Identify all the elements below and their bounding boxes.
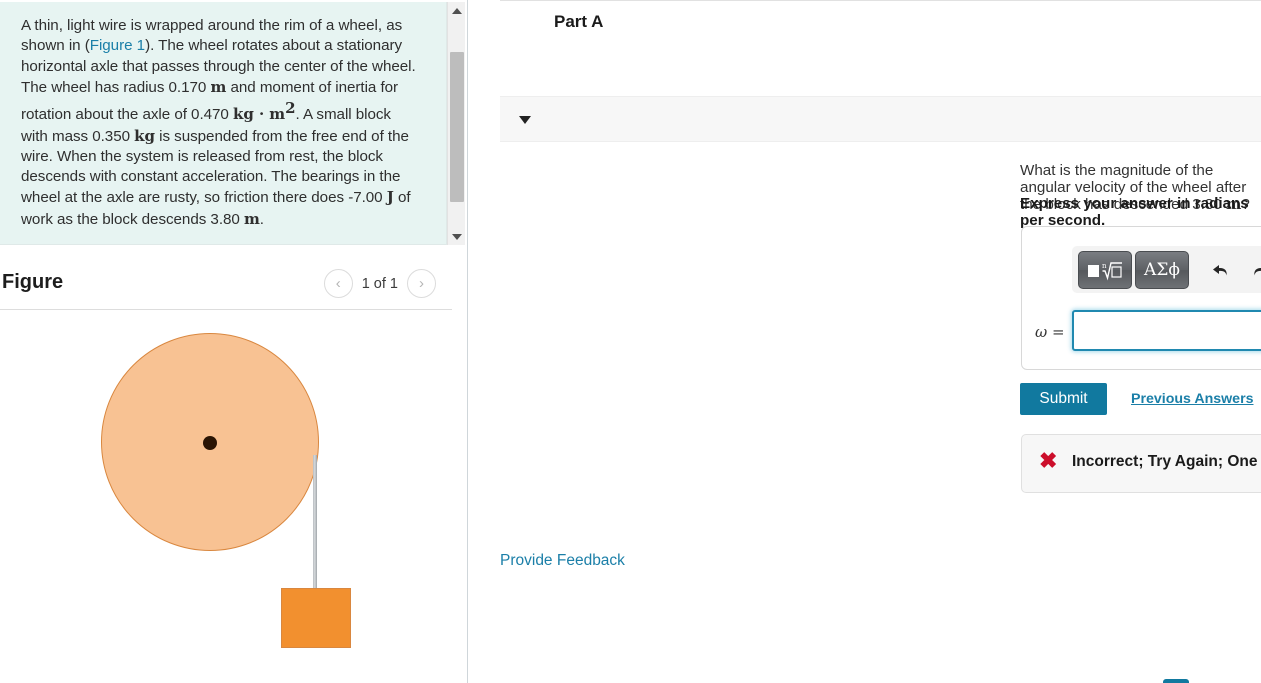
problem-scrollbar[interactable]: [447, 2, 465, 245]
math-exponent: 2: [285, 99, 296, 118]
math-template-button[interactable]: n: [1078, 250, 1132, 289]
answer-input[interactable]: [1072, 310, 1261, 351]
answer-instruction: Express your answer in radians per secon…: [1020, 195, 1249, 229]
nth-root-icon: n: [1088, 262, 1122, 280]
feedback-banner: ✖ Incorrect; Try Again; One attempt rema…: [1021, 434, 1261, 493]
figure-prev-button[interactable]: ‹: [323, 269, 353, 298]
scrollbar-thumb[interactable]: [450, 52, 464, 202]
math-unit: m: [210, 77, 227, 96]
math-unit: kg · m: [232, 105, 286, 124]
scroll-up-icon[interactable]: [448, 2, 466, 19]
math-unit: kg: [134, 126, 155, 145]
part-a-title: Part A: [554, 12, 604, 31]
math-unit: J: [386, 188, 394, 207]
math-unit: m: [243, 209, 260, 228]
scroll-down-icon[interactable]: [448, 228, 466, 245]
undo-icon[interactable]: [1201, 251, 1239, 289]
figure-title: Figure: [2, 271, 64, 293]
math-toolbar: n ΑΣϕ: [1072, 246, 1261, 293]
submit-button[interactable]: Submit: [1020, 383, 1107, 415]
answer-variable-label: ω =: [1035, 323, 1065, 341]
problem-statement-text: A thin, light wire is wrapped around the…: [21, 16, 419, 230]
part-a-header[interactable]: [500, 96, 1261, 142]
top-divider: [500, 0, 1261, 1]
svg-text:n: n: [1102, 262, 1107, 270]
problem-statement-panel: A thin, light wire is wrapped around the…: [0, 2, 447, 245]
right-panel: Part A What is the magnitude of the angu…: [469, 0, 1261, 683]
answer-entry-box: n ΑΣϕ ω =: [1021, 226, 1261, 370]
chevron-down-icon[interactable]: [519, 116, 531, 124]
wire-shape: [313, 455, 317, 601]
bottom-button-peek[interactable]: [1163, 679, 1189, 683]
figure-diagram: [0, 312, 452, 683]
block-shape: [281, 588, 351, 648]
previous-answers-link[interactable]: Previous Answers: [1131, 391, 1254, 407]
figure-next-button[interactable]: ›: [407, 269, 436, 298]
greek-symbols-label: ΑΣϕ: [1144, 259, 1180, 280]
feedback-message: Incorrect; Try Again; One attempt remain…: [1072, 453, 1261, 470]
exercise-page: A thin, light wire is wrapped around the…: [0, 0, 1261, 683]
figure-header: Figure ‹ 1 of 1 ›: [0, 262, 452, 310]
axle-dot-icon: [203, 436, 217, 450]
error-x-icon: ✖: [1039, 448, 1058, 473]
problem-text-run: .: [259, 210, 264, 228]
left-panel: A thin, light wire is wrapped around the…: [0, 0, 468, 683]
figure-page-count: 1 of 1: [361, 275, 398, 292]
redo-icon[interactable]: [1242, 251, 1261, 289]
greek-symbols-button[interactable]: ΑΣϕ: [1135, 250, 1189, 289]
provide-feedback-link[interactable]: Provide Feedback: [500, 552, 625, 570]
figure-navigation: ‹ 1 of 1 ›: [323, 269, 436, 298]
figure-1-link[interactable]: Figure 1: [90, 37, 145, 54]
